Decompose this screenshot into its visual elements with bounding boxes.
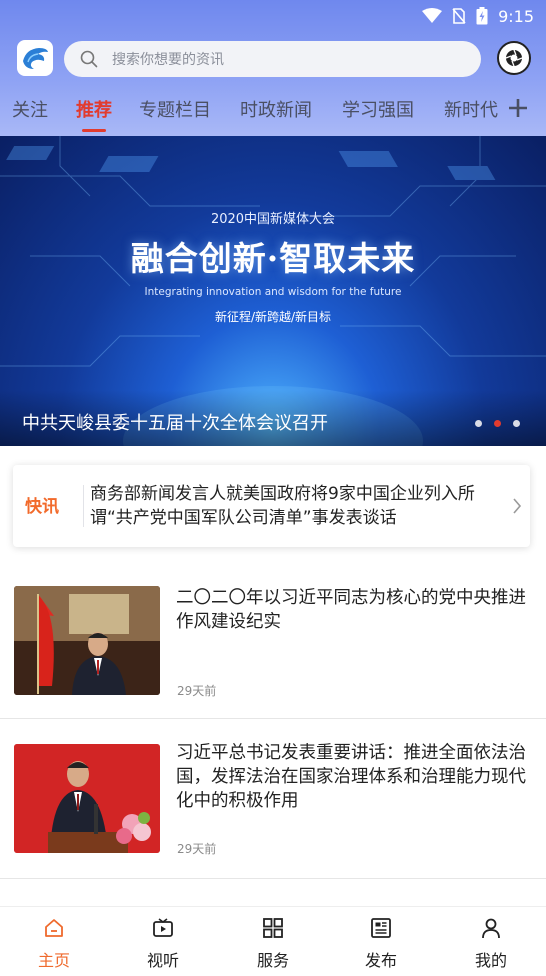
news-title: 二〇二〇年以习近平同志为核心的党中央推进作风建设纪实 (176, 588, 526, 632)
banner-title: 融合创新·智取未来 (130, 239, 416, 278)
newspaper-icon (371, 918, 391, 938)
news-thumbnail (14, 586, 160, 695)
app-logo[interactable] (17, 40, 53, 76)
nav-media[interactable]: 视听 (128, 915, 198, 971)
nav-services[interactable]: 服务 (238, 915, 308, 971)
tab-new-era[interactable]: 新时代 (444, 96, 498, 122)
news-thumbnail (14, 744, 160, 853)
tab-recommend[interactable]: 推荐 (76, 96, 112, 122)
divider (0, 878, 546, 879)
carousel-dot[interactable] (513, 420, 520, 427)
scan-button[interactable] (497, 41, 531, 75)
flash-news-text: 商务部新闻发言人就美国政府将9家中国企业列入所谓“共产党中国军队公司清单”事发表… (90, 484, 475, 528)
video-icon (153, 918, 173, 937)
news-title: 习近平总书记发表重要讲话：推进全面依法治国，发挥法治在国家治理体系和治理能力现代… (176, 743, 526, 811)
user-icon (482, 918, 500, 939)
top-bar: 搜索你想要的资讯 (0, 38, 546, 82)
nav-media-label: 视听 (146, 951, 179, 970)
carousel-dot-active[interactable] (494, 420, 501, 427)
nav-services-label: 服务 (256, 951, 289, 970)
banner-caption: 中共天峻县委十五届十次全体会议召开 (22, 413, 328, 434)
banner-carousel[interactable]: 2020中国新媒体大会 融合创新·智取未来 Integrating innova… (0, 136, 546, 446)
grid-icon (263, 918, 283, 938)
bird-logo-icon (23, 48, 48, 69)
nav-profile[interactable]: 我的 (456, 915, 526, 971)
tab-special-columns[interactable]: 专题栏目 (139, 96, 211, 122)
battery-icon (476, 7, 488, 25)
wifi-icon (422, 8, 443, 24)
carousel-indicator (475, 420, 520, 427)
banner-subtitle: 2020中国新媒体大会 (210, 212, 336, 227)
banner-tagline: 新征程/新跨越/新目标 (214, 310, 332, 324)
flash-news-label: 快讯 (25, 497, 59, 517)
status-time: 9:15 (498, 6, 534, 26)
search-icon (80, 50, 98, 68)
news-time: 29天前 (177, 684, 217, 698)
add-channel-icon[interactable] (507, 97, 529, 119)
search-placeholder: 搜索你想要的资讯 (112, 52, 224, 68)
tab-politics-news[interactable]: 时政新闻 (240, 96, 312, 122)
active-tab-indicator (82, 129, 106, 132)
search-input[interactable]: 搜索你想要的资讯 (64, 41, 481, 77)
news-time: 29天前 (177, 842, 217, 856)
nav-profile-label: 我的 (474, 951, 507, 970)
no-sim-icon (452, 8, 466, 24)
nav-home[interactable]: 主页 (19, 915, 89, 971)
divider (0, 718, 546, 719)
status-bar: 9:15 (0, 0, 546, 32)
flash-divider (83, 485, 84, 527)
chevron-right-icon (513, 498, 522, 514)
carousel-dot[interactable] (475, 420, 482, 427)
bottom-navigation: 主页 视听 服务 发布 我的 (0, 906, 546, 976)
nav-home-label: 主页 (37, 951, 70, 970)
category-tabs: 关注 推荐 专题栏目 时政新闻 学习强国 新时代 (0, 96, 546, 136)
aperture-icon (505, 49, 523, 67)
tab-xuexi-qiangguo[interactable]: 学习强国 (342, 96, 414, 122)
flash-news-card[interactable]: 快讯 商务部新闻发言人就美国政府将9家中国企业列入所谓“共产党中国军队公司清单”… (13, 465, 530, 547)
home-icon (45, 919, 63, 937)
nav-publish[interactable]: 发布 (346, 915, 416, 971)
banner-english: Integrating innovation and wisdom for th… (144, 286, 402, 298)
tab-follow[interactable]: 关注 (12, 96, 48, 122)
nav-publish-label: 发布 (364, 951, 397, 970)
